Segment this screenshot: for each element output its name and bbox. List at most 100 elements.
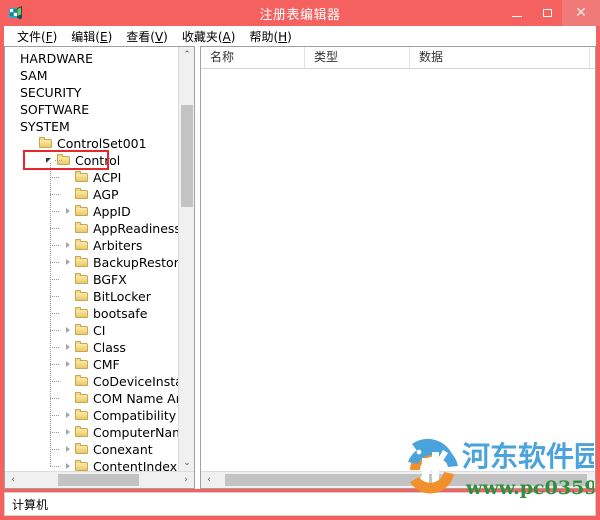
tree-connector-line: [50, 398, 59, 399]
values-horizontal-scrollbar[interactable]: ‹: [201, 471, 595, 488]
tree-connector-line: [50, 228, 59, 229]
values-list-body[interactable]: [201, 69, 595, 471]
menu-item-4[interactable]: 收藏夹(A): [175, 27, 243, 46]
expand-arrow-icon[interactable]: [63, 254, 74, 271]
tree-node-sam[interactable]: SAM: [5, 67, 178, 84]
menu-item-text: 文件(F): [17, 29, 58, 44]
menu-item-1[interactable]: 文件(F): [10, 27, 64, 46]
column-header-2[interactable]: 类型: [305, 47, 410, 68]
tree-node-class[interactable]: Class: [5, 339, 178, 356]
tree-node-bootsafe[interactable]: bootsafe: [5, 305, 178, 322]
tree-node-backuprestore[interactable]: BackupRestore: [5, 254, 178, 271]
tree-node-software[interactable]: SOFTWARE: [5, 101, 178, 118]
values-hscroll-thumb[interactable]: [224, 474, 588, 486]
expand-arrow-icon[interactable]: [63, 424, 74, 441]
tree-node-computername[interactable]: ComputerName: [5, 424, 178, 441]
tree-node-label: CI: [93, 323, 106, 338]
tree-node-appreadiness[interactable]: AppReadiness: [5, 220, 178, 237]
status-bar-path: 计算机: [12, 497, 49, 512]
column-header-3[interactable]: 数据: [410, 47, 590, 68]
scroll-down-icon[interactable]: ⌄: [179, 455, 194, 471]
tree-node-agp[interactable]: AGP: [5, 186, 178, 203]
minimize-button[interactable]: [502, 0, 532, 26]
expand-arrow-icon[interactable]: [63, 322, 74, 339]
tree-connector-line: [50, 415, 59, 416]
registry-editor-window: 注册表编辑器 ✕ 文件(F) 编辑(E) 查看(V) 收藏夹(A) 帮助(H) HARD…: [0, 0, 600, 520]
folder-icon: [74, 424, 90, 441]
tree-vertical-scrollbar[interactable]: ⌃ ⌄: [178, 47, 194, 471]
folder-icon: [74, 458, 90, 471]
scroll-up-icon[interactable]: ⌃: [179, 47, 194, 63]
close-button[interactable]: ✕: [562, 0, 600, 26]
tree-node-bgfx[interactable]: BGFX: [5, 271, 178, 288]
tree-node-com-name-arbiter[interactable]: COM Name Arbiter: [5, 390, 178, 407]
tree-viewport: HARDWARE SAM SECURITY SOFTWARE SYSTEM Control…: [5, 47, 194, 471]
tree-connector-line: [50, 194, 59, 195]
tree-node-control[interactable]: Control: [5, 152, 178, 169]
tree-node-compatibility[interactable]: Compatibility: [5, 407, 178, 424]
expand-arrow-icon[interactable]: [63, 237, 74, 254]
tree-node-contentindex[interactable]: ContentIndex: [5, 458, 178, 471]
tree-node-label: Control: [75, 153, 121, 168]
values-scroll-left-icon[interactable]: ‹: [201, 472, 217, 488]
menu-item-2[interactable]: 编辑(E): [64, 27, 119, 46]
tree-node-label: SECURITY: [20, 85, 82, 100]
menu-item-5[interactable]: 帮助(H): [242, 27, 298, 46]
tree-node-codeviceinstallers[interactable]: CoDeviceInstallers: [5, 373, 178, 390]
tree-node-bitlocker[interactable]: BitLocker: [5, 288, 178, 305]
expand-arrow-icon[interactable]: [63, 458, 74, 471]
tree-node-acpi[interactable]: ACPI: [5, 169, 178, 186]
menu-item-3[interactable]: 查看(V): [119, 27, 175, 46]
tree-node-security[interactable]: SECURITY: [5, 84, 178, 101]
tree-node-controlset001[interactable]: ControlSet001: [5, 135, 178, 152]
tree-connector-line: [50, 177, 59, 178]
tree-node-label: ControlSet001: [57, 136, 147, 151]
expand-arrow-icon[interactable]: [63, 203, 74, 220]
expand-arrow-icon[interactable]: [63, 356, 74, 373]
tree-hscroll-thumb[interactable]: [57, 474, 140, 486]
maximize-button[interactable]: [532, 0, 562, 26]
tree-connector-line: [50, 466, 59, 467]
column-header-1[interactable]: 名称: [201, 47, 305, 68]
minimize-icon: [512, 15, 522, 17]
scroll-right-icon[interactable]: ›: [178, 472, 194, 488]
tree-node-conexant[interactable]: Conexant: [5, 441, 178, 458]
tree-node-label: Arbiters: [93, 238, 143, 253]
close-icon: ✕: [575, 5, 587, 21]
tree-node-arbiters[interactable]: Arbiters: [5, 237, 178, 254]
tree-node-label: Compatibility: [93, 408, 177, 423]
scroll-left-icon[interactable]: ‹: [5, 472, 21, 488]
tree-connector-line: [55, 160, 62, 161]
tree-node-ci[interactable]: CI: [5, 322, 178, 339]
values-column-header[interactable]: 名称 类型 数据: [201, 47, 595, 69]
tree-node-label: BitLocker: [93, 289, 151, 304]
tree-vscroll-thumb[interactable]: [181, 105, 193, 208]
window-controls: ✕: [502, 0, 600, 26]
tree-node-hardware[interactable]: HARDWARE: [5, 50, 178, 67]
tree-node-system[interactable]: SYSTEM: [5, 118, 178, 135]
registry-values-pane: 名称 类型 数据 ‹: [200, 46, 596, 489]
tree-connector-line: [50, 279, 59, 280]
folder-icon: [74, 390, 90, 407]
folder-icon: [74, 203, 90, 220]
tree-node-appid[interactable]: AppID: [5, 203, 178, 220]
tree-node-cmf[interactable]: CMF: [5, 356, 178, 373]
tree-horizontal-scrollbar[interactable]: ‹ ›: [5, 471, 194, 488]
menu-item-text: 查看(V): [126, 29, 168, 44]
expand-arrow-icon[interactable]: [63, 407, 74, 424]
menu-accelerator: F: [45, 29, 53, 44]
menu-bar: 文件(F) 编辑(E) 查看(V) 收藏夹(A) 帮助(H): [4, 26, 596, 46]
tree-node-label: AppReadiness: [93, 221, 178, 236]
expand-arrow-icon[interactable]: [63, 441, 74, 458]
menu-item-text: 帮助(H): [249, 29, 292, 44]
registry-key-tree[interactable]: HARDWARE SAM SECURITY SOFTWARE SYSTEM Control…: [5, 47, 178, 471]
expand-arrow-icon[interactable]: [63, 339, 74, 356]
